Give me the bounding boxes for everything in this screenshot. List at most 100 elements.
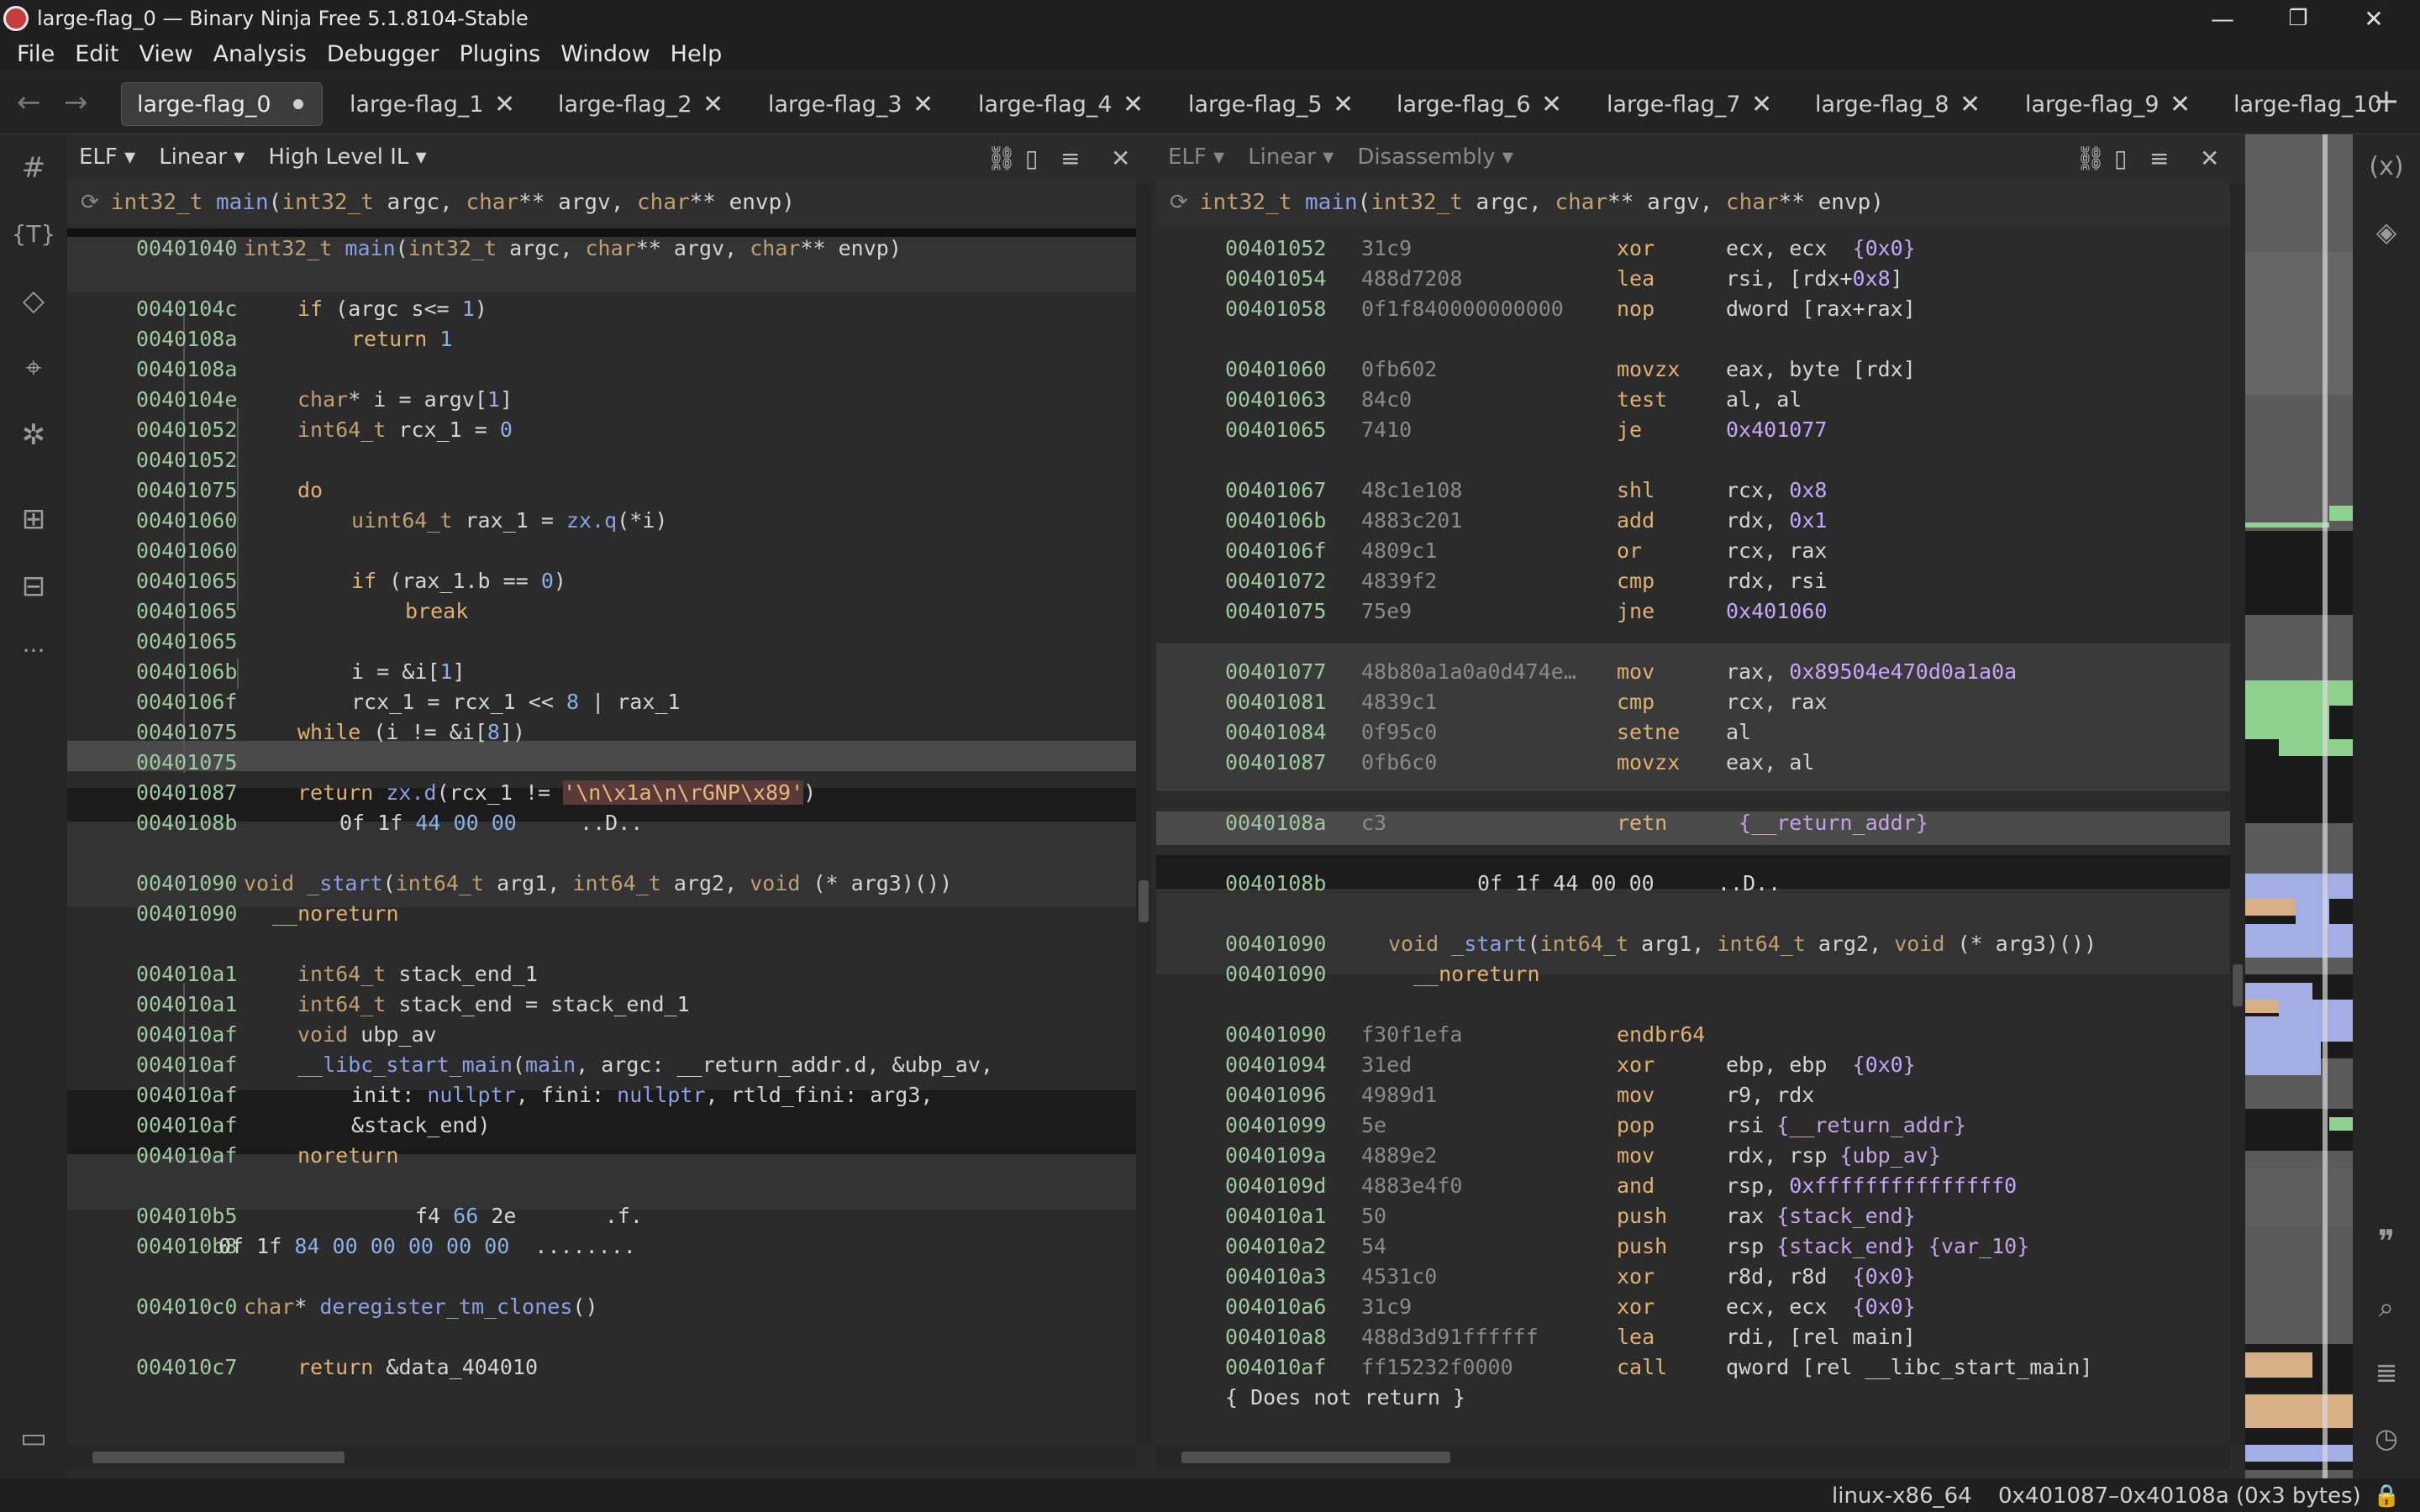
menu-help[interactable]: Help	[671, 41, 723, 67]
tab-large-flag_9[interactable]: large-flag_9 ✕	[2010, 82, 2208, 126]
tab-close-icon[interactable]: ✕	[494, 90, 515, 119]
tab-close-icon[interactable]: ✕	[2170, 90, 2191, 119]
asm-line[interactable]: 004010a3 4531c0 xor r8d, r8d {0x0}	[1156, 1262, 2230, 1292]
asm-line[interactable]: 0040108b 0f 1f 44 00 00 ..D..	[1156, 869, 2230, 899]
asm-line[interactable]: 00401096 4989d1 mov r9, rdx	[1156, 1080, 2230, 1110]
close-pane-icon[interactable]: ✕	[2200, 144, 2219, 172]
minimap[interactable]	[2245, 134, 2353, 1487]
asm-line[interactable]: 0040106f 4809c1 or rcx, rax	[1156, 536, 2230, 566]
menu-analysis[interactable]: Analysis	[213, 41, 307, 67]
hlil-line[interactable]: 00401065	[67, 627, 1136, 657]
platform-label[interactable]: linux-x86_64	[1832, 1483, 1972, 1509]
minimize-button[interactable]: —	[2185, 0, 2260, 37]
view-type-dropdown[interactable]: ELF ▾	[79, 144, 135, 170]
hlil-line[interactable]: 004010c7 return &data_404010	[67, 1352, 1136, 1383]
horizontal-scrollbar[interactable]	[67, 1445, 1136, 1470]
tab-close-icon[interactable]: ✕	[702, 90, 723, 119]
hlil-line[interactable]: 00401065 if (rax_1.b == 0)	[67, 566, 1136, 596]
hlil-line[interactable]: 0040106f rcx_1 = rcx_1 << 8 | rax_1	[67, 687, 1136, 717]
hlil-line[interactable]: 004010b8 0f 1f 84 00 00 00 00 00 ........	[67, 1231, 1136, 1262]
vertical-scrollbar[interactable]	[2230, 183, 2245, 1445]
asm-line[interactable]: 004010a1 50 push rax {stack_end}	[1156, 1201, 2230, 1231]
hlil-line[interactable]: 00401090 __noreturn	[67, 899, 1136, 929]
hlil-line[interactable]: 00401087 return zx.d(rcx_1 != '\n\x1a\n\r…	[67, 778, 1136, 808]
hlil-line[interactable]: 0040108a	[67, 354, 1136, 385]
lock-icon[interactable]: 🔒	[2373, 1483, 2400, 1509]
asm-line[interactable]: 00401052 31c9 xor ecx, ecx {0x0}	[1156, 234, 2230, 264]
terminal-icon[interactable]: ▭	[15, 1420, 52, 1457]
asm-line[interactable]: 00401094 31ed xor ebp, ebp {0x0}	[1156, 1050, 2230, 1080]
hlil-line[interactable]: 00401060	[67, 536, 1136, 566]
strings-icon[interactable]: ≣	[2368, 1354, 2405, 1391]
hlil-line[interactable]: 00401075	[67, 748, 1136, 778]
hlil-line[interactable]: 004010af __libc_start_main(main, argc: __…	[67, 1050, 1136, 1080]
hlil-code[interactable]: 00401040 int32_t main(int32_t argc, char*…	[67, 225, 1136, 1445]
refresh-icon[interactable]: ⟳	[81, 190, 99, 215]
hlil-line[interactable]: 00401075 while (i != &i[8])	[67, 717, 1136, 748]
asm-line[interactable]: 00401084 0f95c0 setne al	[1156, 717, 2230, 748]
new-tab-button[interactable]: +	[2373, 82, 2400, 119]
hlil-line[interactable]: 004010a1 int64_t stack_end_1	[67, 959, 1136, 990]
comments-icon[interactable]: ❞	[2368, 1223, 2405, 1260]
more-icon[interactable]: ···	[15, 632, 52, 669]
hlil-line[interactable]: 004010c0 char* deregister_tm_clones()	[67, 1292, 1136, 1322]
tab-large-flag_5[interactable]: large-flag_5 ✕	[1173, 82, 1371, 126]
tags-icon[interactable]: ◇	[15, 282, 52, 319]
tab-close-icon[interactable]: ✕	[1751, 90, 1772, 119]
maximize-button[interactable]: ❐	[2260, 0, 2336, 37]
tab-large-flag_7[interactable]: large-flag_7 ✕	[1591, 82, 1790, 126]
asm-line[interactable]: 004010af ff15232f0000 call qword [rel __lib…	[1156, 1352, 2230, 1383]
tab-large-flag_3[interactable]: large-flag_3 ✕	[753, 82, 951, 126]
types-icon[interactable]: {T}	[12, 215, 56, 252]
asm-line[interactable]: 004010a8 488d3d91ffffff lea rdi, [rel main]	[1156, 1322, 2230, 1352]
asm-line[interactable]: 00401063 84c0 test al, al	[1156, 385, 2230, 415]
asm-line[interactable]: 00401060 0fb602 movzx eax, byte [rdx]	[1156, 354, 2230, 385]
layers-icon[interactable]: ◈	[2368, 213, 2405, 250]
tab-close-icon[interactable]: ✕	[1123, 90, 1144, 119]
hlil-line[interactable]: 004010af init: nullptr, fini: nullptr, rt…	[67, 1080, 1136, 1110]
search-icon[interactable]: ⌕	[2368, 1289, 2405, 1326]
menu-debugger[interactable]: Debugger	[327, 41, 439, 67]
view-type-dropdown[interactable]: ELF ▾	[1168, 144, 1224, 170]
hlil-line[interactable]: 00401052	[67, 445, 1136, 475]
vertical-scrollbar[interactable]	[1136, 183, 1151, 1445]
graph-icon[interactable]: ⊞	[15, 501, 52, 538]
selection-range[interactable]: 0x401087–0x40108a (0x3 bytes)	[1998, 1483, 2361, 1509]
hlil-line[interactable]: 004010b5 f4 66 2e .f.	[67, 1201, 1136, 1231]
asm-line[interactable]: 00401087 0fb6c0 movzx eax, al	[1156, 748, 2230, 778]
debugger-bug-icon[interactable]: ✲	[15, 417, 52, 454]
asm-line[interactable]: 00401065 7410 je 0x401077	[1156, 415, 2230, 445]
hlil-line[interactable]: 0040108b 0f 1f 44 00 00 ..D..	[67, 808, 1136, 838]
asm-line[interactable]: 00401090 __noreturn	[1156, 959, 2230, 990]
split-icon[interactable]: ▯	[2114, 144, 2127, 172]
hlil-line[interactable]: 00401065 break	[67, 596, 1136, 627]
hlil-line[interactable]: 00401090 void _start(int64_t arg1, int64_…	[67, 869, 1136, 899]
tab-large-flag_1[interactable]: large-flag_1 ✕	[334, 82, 533, 126]
variables-icon[interactable]: (x)	[2368, 148, 2405, 185]
tab-close-icon[interactable]: ✕	[1541, 90, 1562, 119]
asm-line[interactable]: 004010a6 31c9 xor ecx, ecx {0x0}	[1156, 1292, 2230, 1322]
asm-line[interactable]: 00401067 48c1e108 shl rcx, 0x8	[1156, 475, 2230, 506]
menu-file[interactable]: File	[17, 41, 55, 67]
hlil-line[interactable]: 0040108a return 1	[67, 324, 1136, 354]
menu-icon[interactable]: ≡	[2149, 144, 2169, 172]
back-arrow-icon[interactable]: ←	[17, 86, 41, 119]
asm-line[interactable]: 00401058 0f1f840000000000 nop dword [rax+ra…	[1156, 294, 2230, 324]
tab-close-icon[interactable]: ✕	[913, 90, 934, 119]
cross-references-icon[interactable]: ⊟	[15, 568, 52, 605]
forward-arrow-icon[interactable]: →	[64, 86, 88, 119]
asm-line[interactable]: 00401090 void _start(int64_t arg1, int64_…	[1156, 929, 2230, 959]
asm-line[interactable]: 0040109a 4889e2 mov rdx, rsp {ubp_av}	[1156, 1141, 2230, 1171]
minimap-position-indicator[interactable]	[2323, 134, 2328, 1487]
link-icon[interactable]: ⛓	[986, 144, 1017, 172]
tab-large-flag_6[interactable]: large-flag_6 ✕	[1381, 82, 1580, 126]
asm-line[interactable]: { Does not return }	[1156, 1383, 2230, 1413]
hlil-line[interactable]: 00401060 uint64_t rax_1 = zx.q(*i)	[67, 506, 1136, 536]
hlil-line[interactable]: 00401040 int32_t main(int32_t argc, char*…	[67, 234, 1136, 264]
asm-line[interactable]: 00401081 4839c1 cmp rcx, rax	[1156, 687, 2230, 717]
tab-large-flag_8[interactable]: large-flag_8 ✕	[1800, 82, 1998, 126]
menu-view[interactable]: View	[139, 41, 192, 67]
il-level-dropdown[interactable]: Disassembly ▾	[1357, 144, 1513, 170]
menu-edit[interactable]: Edit	[75, 41, 118, 67]
asm-line[interactable]: 00401099 5e pop rsi {__return_addr}	[1156, 1110, 2230, 1141]
